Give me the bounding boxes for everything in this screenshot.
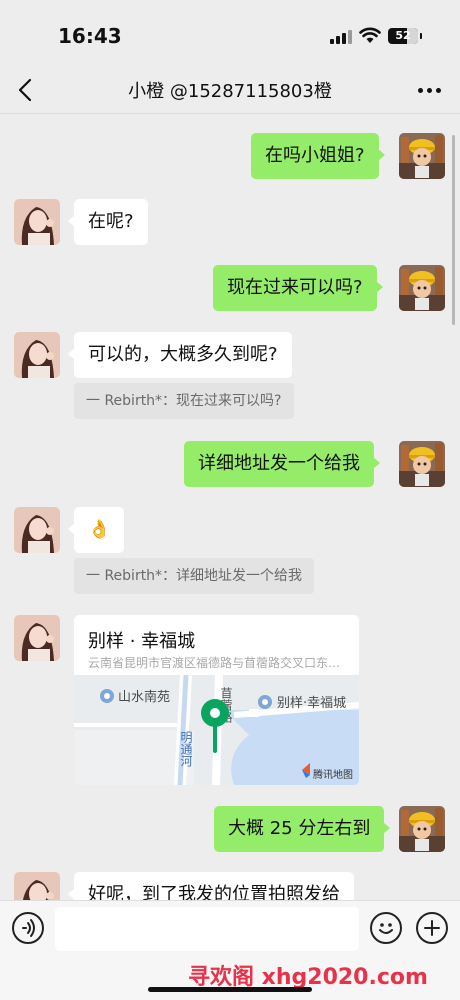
chat-header: 小橙 @15287115803橙 — [0, 66, 460, 114]
contact-avatar[interactable] — [14, 872, 60, 900]
location-address: 云南省昆明市官渡区福德路与苜蓿路交叉口东南侧 — [88, 656, 344, 670]
scrollbar[interactable] — [452, 135, 455, 325]
status-time: 16:43 — [58, 24, 122, 48]
contact-avatar[interactable] — [14, 615, 60, 661]
battery-icon: 52 — [388, 28, 422, 44]
input-bar: 寻欢阁 xhg2020.com — [0, 900, 460, 1000]
contact-avatar[interactable] — [14, 332, 60, 378]
message-bubble-received[interactable]: 可以的，大概多久到呢? — [68, 332, 292, 378]
message-input[interactable] — [55, 907, 359, 951]
my-avatar-image — [399, 806, 445, 852]
message-bubble-sent[interactable]: 在吗小姐姐? — [251, 133, 385, 179]
contact-avatar[interactable] — [14, 507, 60, 553]
message-bubble-sent[interactable]: 大概 25 分左右到 — [214, 806, 391, 852]
contact-avatar-image — [14, 507, 60, 553]
my-avatar-image — [399, 133, 445, 179]
quoted-message[interactable]: 一 Rebirth*：现在过来可以吗? — [74, 383, 294, 419]
plus-icon[interactable] — [416, 912, 448, 944]
my-avatar[interactable] — [399, 806, 445, 852]
wifi-icon — [359, 26, 381, 44]
my-avatar-image — [399, 441, 445, 487]
battery-level: 52 — [395, 29, 411, 42]
message-bubble-received[interactable]: 好呢，到了我发的位置拍照发给 — [68, 872, 354, 900]
status-bar: 16:43 52 — [0, 0, 460, 66]
map-poi-right: 别样·幸福城 — [277, 696, 346, 711]
my-avatar-image — [399, 265, 445, 311]
my-avatar[interactable] — [399, 441, 445, 487]
quoted-message[interactable]: 一 Rebirth*：详细地址发一个给我 — [74, 558, 315, 594]
message-bubble-received[interactable]: 👌 — [67, 507, 125, 553]
contact-avatar-image — [14, 332, 60, 378]
contact-avatar-image — [14, 199, 60, 245]
chat-message-list[interactable]: 在吗小姐姐? 在呢? 现在过来可以吗? 可以的，大概多久到呢? 一 Rebirt… — [0, 115, 460, 900]
home-indicator[interactable] — [148, 987, 312, 992]
message-bubble-received[interactable]: 在呢? — [68, 199, 148, 245]
contact-avatar-image — [14, 615, 60, 661]
location-card[interactable]: 别样 · 幸福城 云南省昆明市官渡区福德路与苜蓿路交叉口东南侧 山水南苑 别样·… — [74, 615, 359, 785]
voice-icon[interactable] — [12, 912, 44, 944]
location-title: 别样 · 幸福城 — [88, 631, 196, 652]
contact-avatar[interactable] — [14, 199, 60, 245]
my-avatar[interactable] — [399, 133, 445, 179]
chat-title: 小橙 @15287115803橙 — [128, 81, 332, 102]
message-bubble-sent[interactable]: 详细地址发一个给我 — [184, 441, 380, 487]
back-arrow-icon[interactable] — [14, 76, 38, 104]
map-poi-left: 山水南苑 — [118, 689, 170, 705]
more-dots-icon[interactable] — [418, 88, 442, 94]
signal-icon — [330, 30, 352, 44]
map-provider-label: 腾讯地图 — [313, 768, 353, 781]
map-river-label: 明通河 — [179, 731, 193, 767]
emoji-icon[interactable] — [370, 912, 402, 944]
message-bubble-sent[interactable]: 现在过来可以吗? — [213, 265, 383, 311]
my-avatar[interactable] — [399, 265, 445, 311]
contact-avatar-image — [14, 872, 60, 900]
location-map: 山水南苑 别样·幸福城 苜蓿路 明通河 腾讯地图 — [74, 675, 359, 785]
